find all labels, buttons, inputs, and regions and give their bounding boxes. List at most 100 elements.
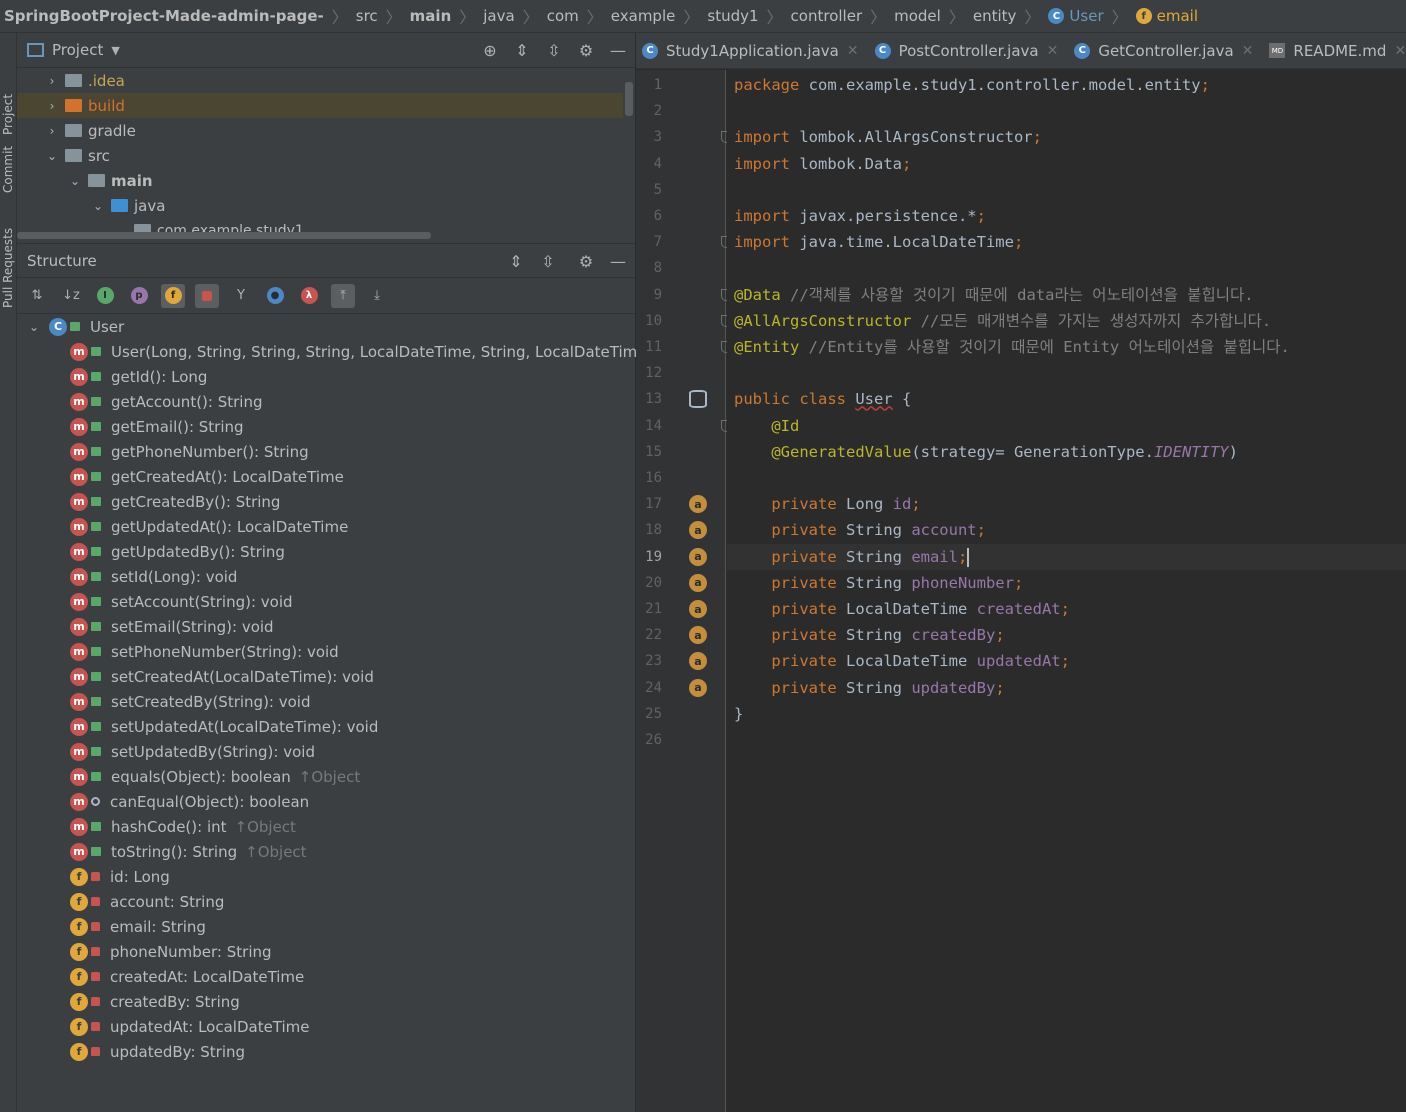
breadcrumb-java[interactable]: java [483, 7, 514, 25]
editor-tab[interactable]: C GetController.java ✕ [1068, 33, 1263, 68]
collapse-all-icon[interactable]: ⇳ [545, 41, 563, 60]
field-annotation-icon[interactable]: a [689, 678, 707, 697]
expand-all-icon[interactable]: ⇕ [513, 41, 531, 60]
autoscroll-to-source-icon[interactable]: ⤒ [331, 283, 355, 308]
minimize-icon[interactable]: — [609, 41, 627, 60]
horizontal-scrollbar[interactable] [17, 232, 431, 239]
structure-method-item[interactable]: m setPhoneNumber(String): void [70, 639, 339, 664]
field-annotation-icon[interactable]: a [689, 521, 707, 540]
structure-method-item[interactable]: m getId(): Long [70, 364, 207, 389]
breadcrumb-class[interactable]: C User [1048, 7, 1104, 25]
structure-method-item[interactable]: m setUpdatedAt(LocalDateTime): void [70, 714, 378, 739]
structure-field-item[interactable]: f createdBy: String [70, 989, 240, 1014]
structure-method-item[interactable]: m User(Long, String, String, String, Loca… [70, 339, 676, 364]
chevron-down-icon[interactable]: ⌄ [91, 199, 105, 213]
tree-item-src[interactable]: ⌄ src [45, 143, 110, 168]
structure-method-item[interactable]: m getCreatedBy(): String [70, 489, 280, 514]
structure-method-item[interactable]: m getUpdatedBy(): String [70, 539, 285, 564]
structure-field-item[interactable]: f phoneNumber: String [70, 939, 272, 964]
field-annotation-icon[interactable]: a [689, 626, 707, 645]
show-fields-icon[interactable]: f [161, 283, 185, 308]
chevron-down-icon[interactable]: ⌄ [45, 149, 59, 163]
structure-field-item[interactable]: f updatedAt: LocalDateTime [70, 1014, 310, 1039]
database-entity-icon[interactable] [689, 390, 707, 409]
breadcrumb-field[interactable]: f email [1135, 7, 1198, 25]
tree-item-gradle[interactable]: › gradle [45, 118, 136, 143]
structure-field-item[interactable]: f email: String [70, 914, 206, 939]
close-icon[interactable]: ✕ [1394, 43, 1406, 59]
breadcrumb-main[interactable]: main [410, 7, 452, 25]
structure-method-item[interactable]: m equals(Object): boolean ↑Object [70, 764, 360, 789]
field-annotation-icon[interactable]: a [689, 547, 707, 566]
chevron-down-icon[interactable]: ⌄ [27, 320, 41, 334]
structure-method-item[interactable]: m getUpdatedAt(): LocalDateTime [70, 514, 348, 539]
breadcrumb-study1[interactable]: study1 [707, 7, 758, 25]
breadcrumb-entity[interactable]: entity [973, 7, 1017, 25]
show-anonymous-icon[interactable]: Y [229, 284, 253, 308]
gear-icon[interactable]: ⚙ [577, 41, 595, 60]
show-lambdas-icon[interactable]: ● [263, 284, 287, 308]
structure-method-item[interactable]: m getAccount(): String [70, 389, 263, 414]
tree-item-main[interactable]: ⌄ main [68, 168, 153, 193]
structure-method-item[interactable]: m canEqual(Object): boolean [70, 789, 309, 814]
chevron-down-icon[interactable]: ▼ [111, 44, 119, 57]
close-icon[interactable]: ✕ [847, 43, 859, 59]
structure-method-item[interactable]: m getPhoneNumber(): String [70, 439, 309, 464]
pull-requests-tool-tab[interactable]: Pull Requests [0, 218, 17, 318]
close-icon[interactable]: ✕ [1047, 43, 1059, 59]
chevron-right-icon[interactable]: › [45, 124, 59, 138]
minimize-icon[interactable]: — [609, 252, 627, 271]
structure-method-item[interactable]: m setCreatedBy(String): void [70, 689, 311, 714]
structure-method-item[interactable]: m getCreatedAt(): LocalDateTime [70, 464, 344, 489]
autoscroll-from-source-icon[interactable]: ⤓ [365, 284, 389, 308]
editor-tab[interactable]: MD README.md ✕ [1263, 33, 1406, 68]
structure-root-user[interactable]: ⌄ C User [27, 314, 124, 339]
breadcrumb-example[interactable]: example [611, 7, 676, 25]
breadcrumb-com[interactable]: com [547, 7, 579, 25]
lambda-icon[interactable]: λ [297, 284, 321, 308]
field-annotation-icon[interactable]: a [689, 600, 707, 618]
editor-tab[interactable]: C PostController.java ✕ [869, 33, 1069, 68]
structure-method-item[interactable]: m setAccount(String): void [70, 589, 293, 614]
tree-item-package[interactable]: ⌄ com.example.study1 [114, 218, 304, 243]
structure-method-item[interactable]: m getEmail(): String [70, 414, 244, 439]
chevron-right-icon[interactable]: › [45, 99, 59, 113]
gear-icon[interactable]: ⚙ [577, 252, 595, 271]
field-annotation-icon[interactable]: a [689, 652, 707, 671]
show-properties-icon[interactable]: p [127, 284, 151, 308]
tree-item-idea[interactable]: › .idea [45, 68, 125, 93]
structure-method-item[interactable]: m setId(Long): void [70, 564, 237, 589]
locate-icon[interactable]: ⊕ [481, 41, 499, 60]
structure-method-item[interactable]: m setEmail(String): void [70, 614, 274, 639]
tree-item-java[interactable]: ⌄ java [91, 193, 165, 218]
structure-panel-title[interactable]: Structure [27, 252, 97, 270]
breadcrumb-project[interactable]: SpringBootProject-Made-admin-page- [4, 7, 324, 25]
structure-field-item[interactable]: f id: Long [70, 864, 170, 889]
show-inherited-icon[interactable]: I [93, 284, 117, 308]
sort-alphabetically-icon[interactable]: ↓z [59, 284, 83, 308]
breadcrumb-controller[interactable]: controller [791, 7, 863, 25]
structure-method-item[interactable]: m toString(): String ↑Object [70, 839, 307, 864]
breadcrumb-src[interactable]: src [356, 7, 378, 25]
vertical-scrollbar[interactable] [625, 82, 633, 116]
editor-tab[interactable]: C Study1Application.java ✕ [636, 33, 869, 68]
structure-field-item[interactable]: f updatedBy: String [70, 1039, 245, 1064]
sort-by-visibility-icon[interactable]: ⇅ [25, 284, 49, 308]
collapse-all-icon[interactable]: ⇳ [539, 252, 557, 271]
expand-all-icon[interactable]: ⇕ [507, 252, 525, 271]
structure-method-item[interactable]: m hashCode(): int ↑Object [70, 814, 296, 839]
structure-field-item[interactable]: f createdAt: LocalDateTime [70, 964, 304, 989]
field-annotation-icon[interactable]: a [689, 573, 707, 592]
structure-method-item[interactable]: m setCreatedAt(LocalDateTime): void [70, 664, 374, 689]
structure-field-item[interactable]: f account: String [70, 889, 224, 914]
id-field-icon[interactable]: a [689, 495, 707, 514]
tree-item-build[interactable]: › build [17, 93, 623, 118]
project-panel-title[interactable]: Project [52, 41, 103, 59]
close-icon[interactable]: ✕ [1242, 43, 1254, 59]
commit-tool-tab[interactable]: Commit [0, 123, 17, 193]
chevron-down-icon[interactable]: ⌄ [68, 174, 82, 188]
structure-method-item[interactable]: m setUpdatedBy(String): void [70, 739, 315, 764]
breadcrumb-model[interactable]: model [894, 7, 941, 25]
chevron-right-icon[interactable]: › [45, 74, 59, 88]
code-editor[interactable]: package com.example.study1.controller.mo… [727, 70, 1406, 1112]
